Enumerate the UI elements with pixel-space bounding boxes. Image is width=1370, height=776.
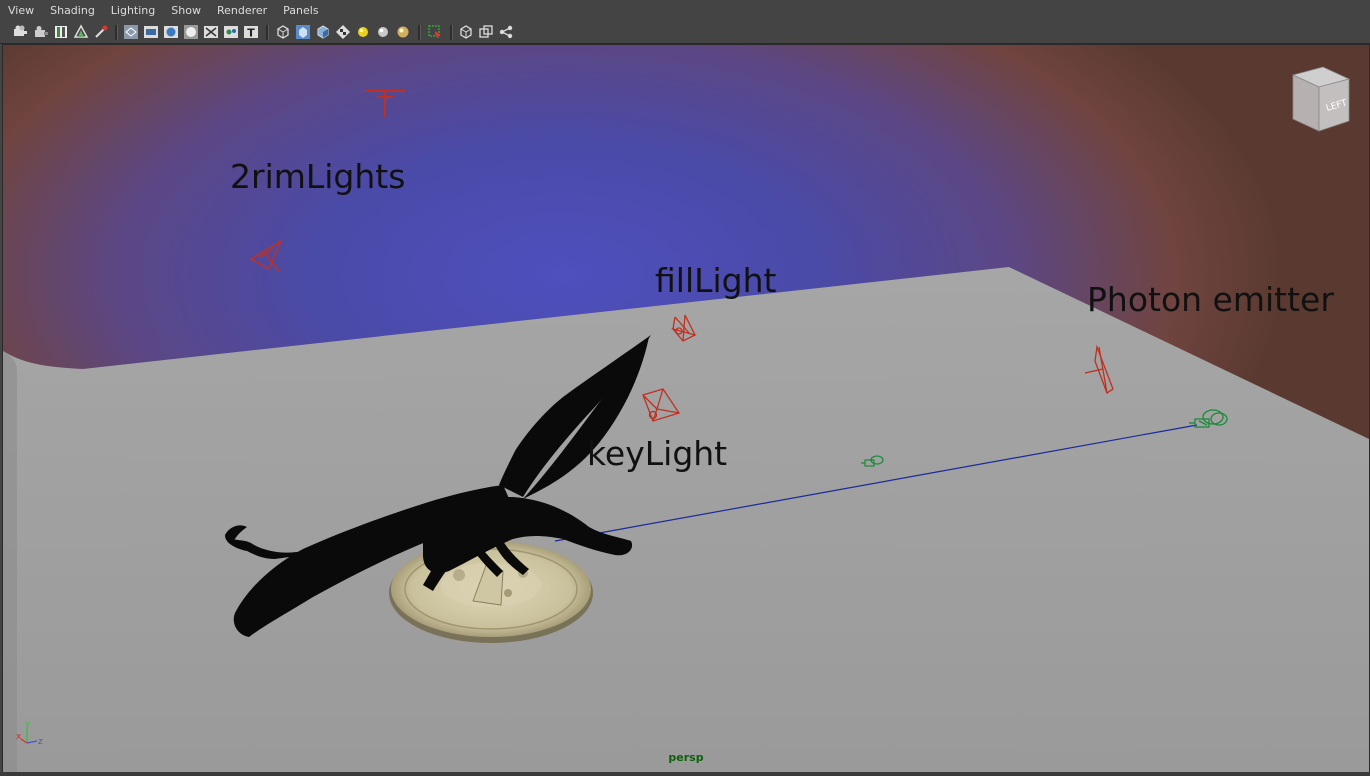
plane-edge-shade <box>3 351 17 773</box>
selection-highlight-icon[interactable] <box>427 24 443 40</box>
ground-plane[interactable] <box>3 267 1369 773</box>
axis-x-label: x <box>16 732 22 742</box>
label-key-light: keyLight <box>587 434 727 473</box>
scene-canvas[interactable]: 2rimLights fillLight keyLight Photon emi… <box>3 45 1369 773</box>
toolbar-separator <box>418 25 421 40</box>
menu-show[interactable]: Show <box>163 0 209 22</box>
menu-panels[interactable]: Panels <box>275 0 326 22</box>
panel-toolbar: T <box>0 22 1370 44</box>
camera-attributes-icon[interactable] <box>33 24 49 40</box>
menu-lighting[interactable]: Lighting <box>103 0 163 22</box>
toolbar-separator <box>450 25 453 40</box>
pedestal-base[interactable] <box>389 541 593 643</box>
shadows-icon[interactable] <box>375 24 391 40</box>
label-photon-emitter: Photon emitter <box>1087 280 1334 319</box>
axis-gizmo: y x z <box>16 719 43 747</box>
panel-bottom-border <box>0 772 1370 776</box>
bookmarks-icon[interactable] <box>53 24 69 40</box>
select-camera-icon[interactable] <box>12 24 28 40</box>
camera-name-label: persp <box>668 751 704 764</box>
view-cube[interactable]: LEFT <box>1283 63 1355 135</box>
rim-light-top-icon[interactable] <box>365 90 405 117</box>
show-polygons-icon[interactable] <box>458 24 474 40</box>
xray-joints-icon[interactable] <box>223 24 239 40</box>
label-fill-light: fillLight <box>655 261 777 300</box>
menu-view[interactable]: View <box>0 0 42 22</box>
default-material-icon[interactable] <box>183 24 199 40</box>
grease-pencil-icon[interactable] <box>93 24 109 40</box>
text-t-icon[interactable]: T <box>243 24 259 40</box>
rim-light-bottom-icon[interactable] <box>249 239 283 272</box>
isolate-select-icon[interactable] <box>275 24 291 40</box>
ambient-occlusion-icon[interactable] <box>395 24 411 40</box>
show-nodes-icon[interactable] <box>498 24 514 40</box>
menu-renderer[interactable]: Renderer <box>209 0 275 22</box>
smooth-shade-all-icon[interactable] <box>163 24 179 40</box>
label-2rim-lights: 2rimLights <box>230 157 405 196</box>
backface-icon[interactable] <box>315 24 331 40</box>
viewport-menu-bar: View Shading Lighting Show Renderer Pane… <box>0 0 1370 22</box>
toolbar-separator <box>115 25 118 40</box>
show-surfaces-icon[interactable] <box>478 24 494 40</box>
perspective-viewport[interactable]: 2rimLights fillLight keyLight Photon emi… <box>2 44 1370 774</box>
wireframe-icon[interactable] <box>123 24 139 40</box>
textures-checker-icon[interactable] <box>335 24 351 40</box>
two-sided-lighting-icon[interactable] <box>295 24 311 40</box>
axis-y-label: y <box>25 719 31 729</box>
smooth-shade-icon[interactable] <box>143 24 159 40</box>
axis-z-label: z <box>38 737 43 747</box>
menu-shading[interactable]: Shading <box>42 0 103 22</box>
toolbar-separator <box>266 25 269 40</box>
image-plane-icon[interactable] <box>73 24 89 40</box>
use-all-lights-icon[interactable] <box>355 24 371 40</box>
xray-icon[interactable] <box>203 24 219 40</box>
svg-text:T: T <box>247 27 255 40</box>
